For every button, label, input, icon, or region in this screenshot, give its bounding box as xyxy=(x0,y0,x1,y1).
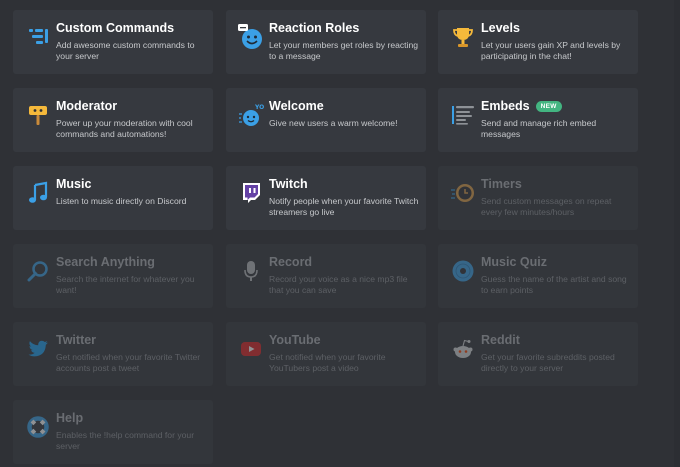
module-title: YouTube xyxy=(269,333,321,347)
module-description: Notify people when your favorite Twitch … xyxy=(269,196,419,217)
module-description: Enables the !help command for your serve… xyxy=(56,430,195,451)
youtube-icon xyxy=(238,336,264,362)
trophy-icon xyxy=(450,24,476,50)
twitch-icon xyxy=(238,180,264,206)
module-description: Send custom messages on repeat every few… xyxy=(481,196,612,217)
module-card-levels[interactable]: Levels Let your users gain XP and levels… xyxy=(438,10,638,74)
module-card-custom-commands[interactable]: Custom Commands Add awesome custom comma… xyxy=(13,10,213,74)
module-description: Record your voice as a nice mp3 file tha… xyxy=(269,274,408,295)
module-description: Power up your moderation with cool comma… xyxy=(56,118,193,139)
custom-commands-icon xyxy=(25,24,51,50)
new-badge: NEW xyxy=(535,100,562,112)
svg-text:YO: YO xyxy=(254,104,264,111)
module-description: Let your members get roles by reacting t… xyxy=(269,40,419,61)
module-card-help[interactable]: Help Enables the !help command for your … xyxy=(13,400,213,464)
timer-icon xyxy=(450,180,476,206)
module-title: Reddit xyxy=(481,333,520,347)
embed-message-icon xyxy=(450,102,476,128)
module-description: Get notified when your favorite YouTuber… xyxy=(269,352,386,373)
module-description: Give new users a warm welcome! xyxy=(269,118,398,128)
module-description: Get notified when your favorite Twitter … xyxy=(56,352,201,373)
module-card-moderator[interactable]: Moderator Power up your moderation with … xyxy=(13,88,213,152)
module-title: Music Quiz xyxy=(481,255,547,269)
module-card-search-anything[interactable]: Search Anything Search the internet for … xyxy=(13,244,213,308)
module-card-music[interactable]: Music Listen to music directly on Discor… xyxy=(13,166,213,230)
search-icon xyxy=(25,258,51,284)
module-description: Send and manage rich embed messages xyxy=(481,118,597,139)
module-title: Twitch xyxy=(269,177,308,191)
module-card-twitter[interactable]: Twitter Get notified when your favorite … xyxy=(13,322,213,386)
reddit-icon xyxy=(450,336,476,362)
module-description: Guess the name of the artist and song to… xyxy=(481,274,627,295)
module-card-music-quiz[interactable]: Music Quiz Guess the name of the artist … xyxy=(438,244,638,308)
welcome-chat-icon: YO xyxy=(238,102,264,128)
help-lifebuoy-icon xyxy=(25,414,51,440)
module-title: Twitter xyxy=(56,333,97,347)
module-title: Help xyxy=(56,411,84,425)
module-card-youtube[interactable]: YouTube Get notified when your favorite … xyxy=(226,322,426,386)
twitter-bird-icon xyxy=(25,336,51,362)
module-card-twitch[interactable]: Twitch Notify people when your favorite … xyxy=(226,166,426,230)
module-title: Search Anything xyxy=(56,255,155,269)
module-card-record[interactable]: Record Record your voice as a nice mp3 f… xyxy=(226,244,426,308)
reaction-roles-icon xyxy=(238,24,264,50)
module-title: Welcome xyxy=(269,99,324,113)
module-card-reaction-roles[interactable]: Reaction Roles Let your members get role… xyxy=(226,10,426,74)
moderator-hammer-icon xyxy=(25,102,51,128)
module-title: Timers xyxy=(481,177,522,191)
module-card-welcome[interactable]: YO Welcome Give new users a warm welcome… xyxy=(226,88,426,152)
module-title: Reaction Roles xyxy=(269,21,360,35)
module-title: Music xyxy=(56,177,92,191)
module-card-reddit[interactable]: Reddit Get your favorite subreddits post… xyxy=(438,322,638,386)
module-description: Let your users gain XP and levels by par… xyxy=(481,40,621,61)
module-description: Get your favorite subreddits posted dire… xyxy=(481,352,615,373)
module-description: Search the internet for whatever you wan… xyxy=(56,274,195,295)
module-title: Embeds NEW xyxy=(481,99,562,113)
music-note-icon xyxy=(25,180,51,206)
scrollbar-track[interactable] xyxy=(674,0,680,467)
module-title: Custom Commands xyxy=(56,21,175,35)
vinyl-disc-icon xyxy=(450,258,476,284)
module-card-embeds[interactable]: Embeds NEW Send and manage rich embed me… xyxy=(438,88,638,152)
module-title: Levels xyxy=(481,21,520,35)
microphone-icon xyxy=(238,258,264,284)
module-title: Moderator xyxy=(56,99,118,113)
module-description: Add awesome custom commands to your serv… xyxy=(56,40,195,61)
module-description: Listen to music directly on Discord xyxy=(56,196,187,206)
module-card-timers[interactable]: Timers Send custom messages on repeat ev… xyxy=(438,166,638,230)
module-title: Record xyxy=(269,255,313,269)
